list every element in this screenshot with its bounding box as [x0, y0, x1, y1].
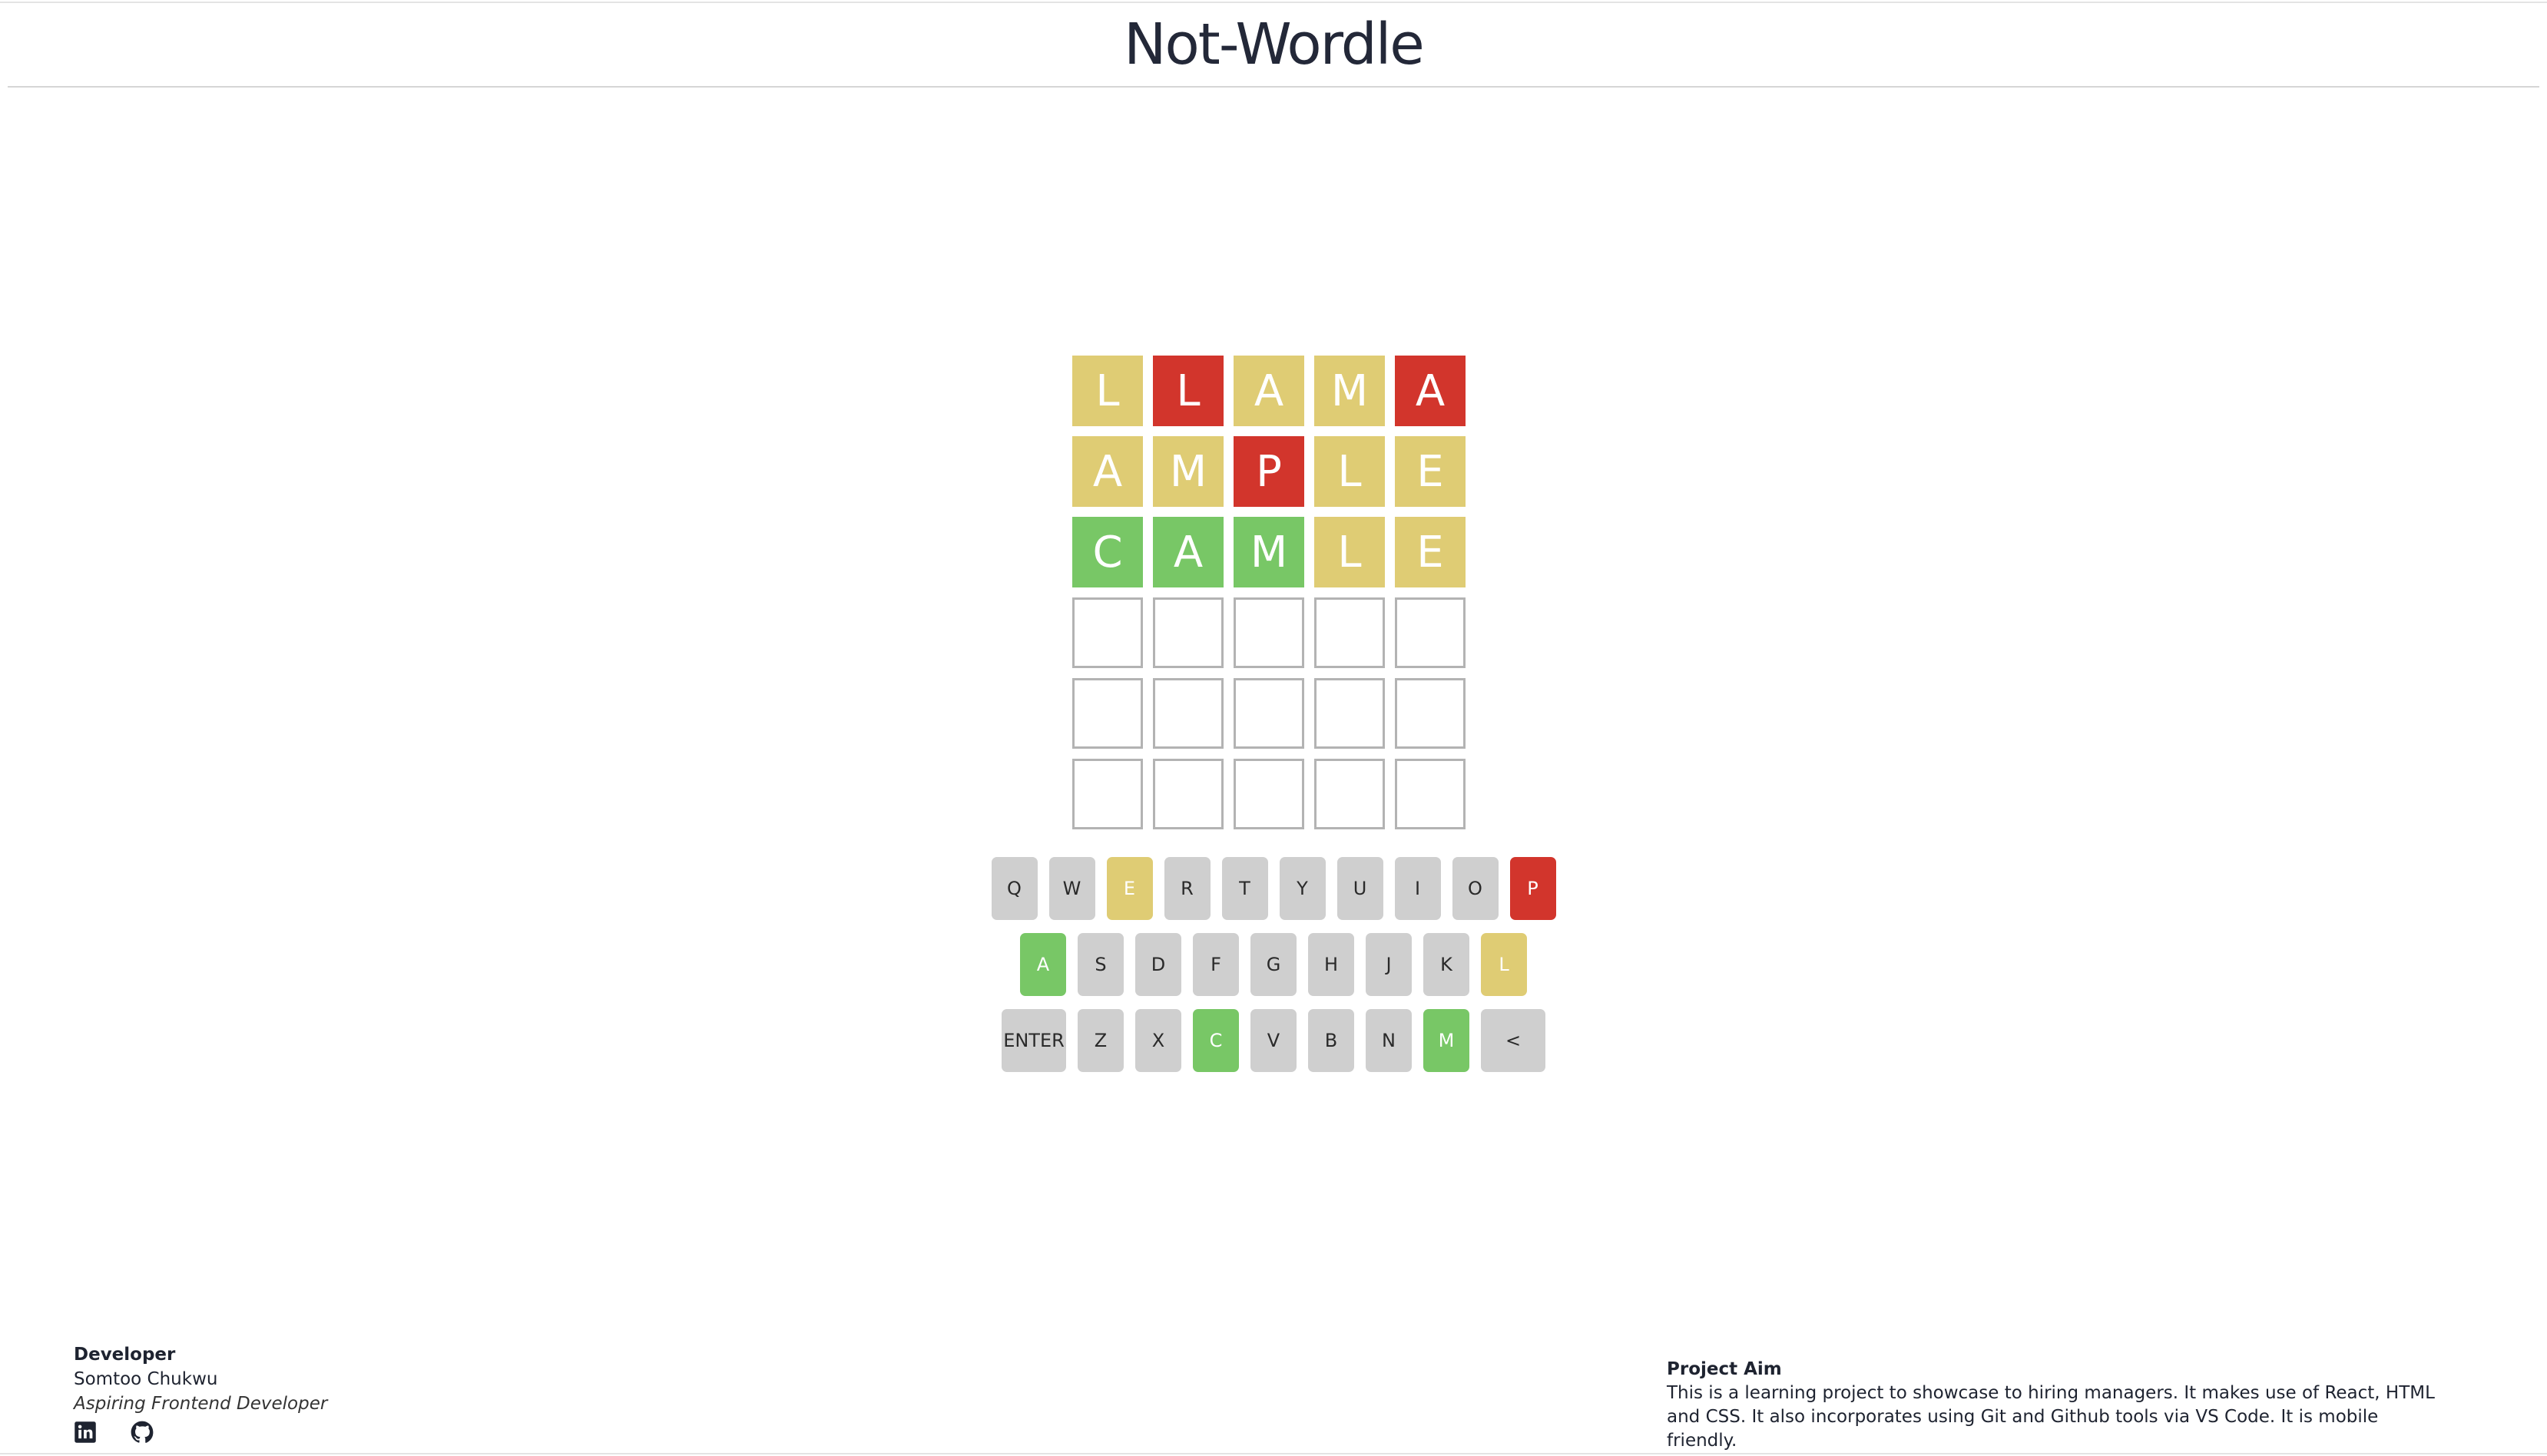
board-tile: A	[1234, 356, 1304, 426]
board-tile	[1395, 597, 1466, 668]
key-y[interactable]: Y	[1279, 857, 1326, 920]
keyboard-row: ASDFGHJKL	[0, 933, 2547, 996]
board-tile: L	[1314, 436, 1385, 507]
board-tile: E	[1395, 517, 1466, 587]
key-d[interactable]: D	[1135, 933, 1181, 996]
board-tile	[1072, 759, 1143, 829]
board-tile	[1234, 759, 1304, 829]
board-tile: A	[1072, 436, 1143, 507]
board-tile	[1314, 678, 1385, 749]
board-tile	[1395, 759, 1466, 829]
board-tile: A	[1395, 356, 1466, 426]
key-k[interactable]: K	[1423, 933, 1469, 996]
board-tile: P	[1234, 436, 1304, 507]
key-q[interactable]: Q	[991, 857, 1038, 920]
key-e[interactable]: E	[1106, 857, 1153, 920]
project-aim-heading: Project Aim	[1667, 1359, 1782, 1379]
keyboard-row: ENTER Z X C V B N M <	[0, 1009, 2547, 1072]
key-g[interactable]: G	[1250, 933, 1297, 996]
board-tile: E	[1395, 436, 1466, 507]
social-links	[74, 1421, 327, 1444]
developer-name: Somtoo Chukwu	[74, 1369, 218, 1389]
page-title: Not-Wordle	[1124, 12, 1425, 78]
key-w[interactable]: W	[1048, 857, 1095, 920]
key-c[interactable]: C	[1193, 1009, 1239, 1072]
key-p[interactable]: P	[1509, 857, 1556, 920]
key-f[interactable]: F	[1193, 933, 1239, 996]
key-l[interactable]: L	[1481, 933, 1527, 996]
board-tile	[1153, 597, 1224, 668]
github-icon[interactable]	[131, 1421, 154, 1444]
key-z[interactable]: Z	[1078, 1009, 1124, 1072]
key-h[interactable]: H	[1308, 933, 1354, 996]
linkedin-icon[interactable]	[74, 1421, 97, 1444]
keyboard-row: QWERTYUIOP	[0, 857, 2547, 920]
key-t[interactable]: T	[1221, 857, 1268, 920]
on-screen-keyboard: Q W E R T Y U I O P A S D F G H J K L ENTER Z X C V B N M <	[0, 857, 2547, 1085]
board-tile	[1314, 597, 1385, 668]
board-tile	[1072, 597, 1143, 668]
board-tile: M	[1314, 356, 1385, 426]
key-n[interactable]: N	[1366, 1009, 1412, 1072]
board-tile: L	[1072, 356, 1143, 426]
board-tile	[1234, 597, 1304, 668]
key-b[interactable]: B	[1308, 1009, 1354, 1072]
key-s[interactable]: S	[1078, 933, 1124, 996]
enter-key[interactable]: ENTER	[1002, 1009, 1066, 1072]
board-tile: L	[1314, 517, 1385, 587]
board-tile: M	[1234, 517, 1304, 587]
key-o[interactable]: O	[1452, 857, 1499, 920]
game-board: LLAMAAMPLECAMLE	[1072, 356, 1466, 829]
board-tile	[1395, 678, 1466, 749]
developer-heading: Developer	[74, 1345, 176, 1365]
board-tile: A	[1153, 517, 1224, 587]
board-tile	[1072, 678, 1143, 749]
key-m[interactable]: M	[1423, 1009, 1469, 1072]
app-header: Not-Wordle	[8, 3, 2539, 88]
board-tile: L	[1153, 356, 1224, 426]
board-tile	[1314, 759, 1385, 829]
key-u[interactable]: U	[1336, 857, 1383, 920]
project-aim: Project Aim This is a learning project t…	[1667, 1358, 2450, 1453]
backspace-key[interactable]: <	[1481, 1009, 1545, 1072]
key-i[interactable]: I	[1394, 857, 1441, 920]
key-j[interactable]: J	[1366, 933, 1412, 996]
board-tile: M	[1153, 436, 1224, 507]
key-x[interactable]: X	[1135, 1009, 1181, 1072]
board-tile	[1153, 678, 1224, 749]
board-tile	[1234, 678, 1304, 749]
key-r[interactable]: R	[1164, 857, 1211, 920]
key-a[interactable]: A	[1020, 933, 1066, 996]
project-aim-text: This is a learning project to showcase t…	[1667, 1383, 2435, 1451]
developer-info: Developer Somtoo Chukwu Aspiring Fronten…	[74, 1342, 327, 1444]
board-tile: C	[1072, 517, 1143, 587]
key-v[interactable]: V	[1250, 1009, 1297, 1072]
developer-tagline: Aspiring Frontend Developer	[74, 1394, 328, 1414]
bottom-divider	[0, 1453, 2547, 1454]
board-tile	[1153, 759, 1224, 829]
